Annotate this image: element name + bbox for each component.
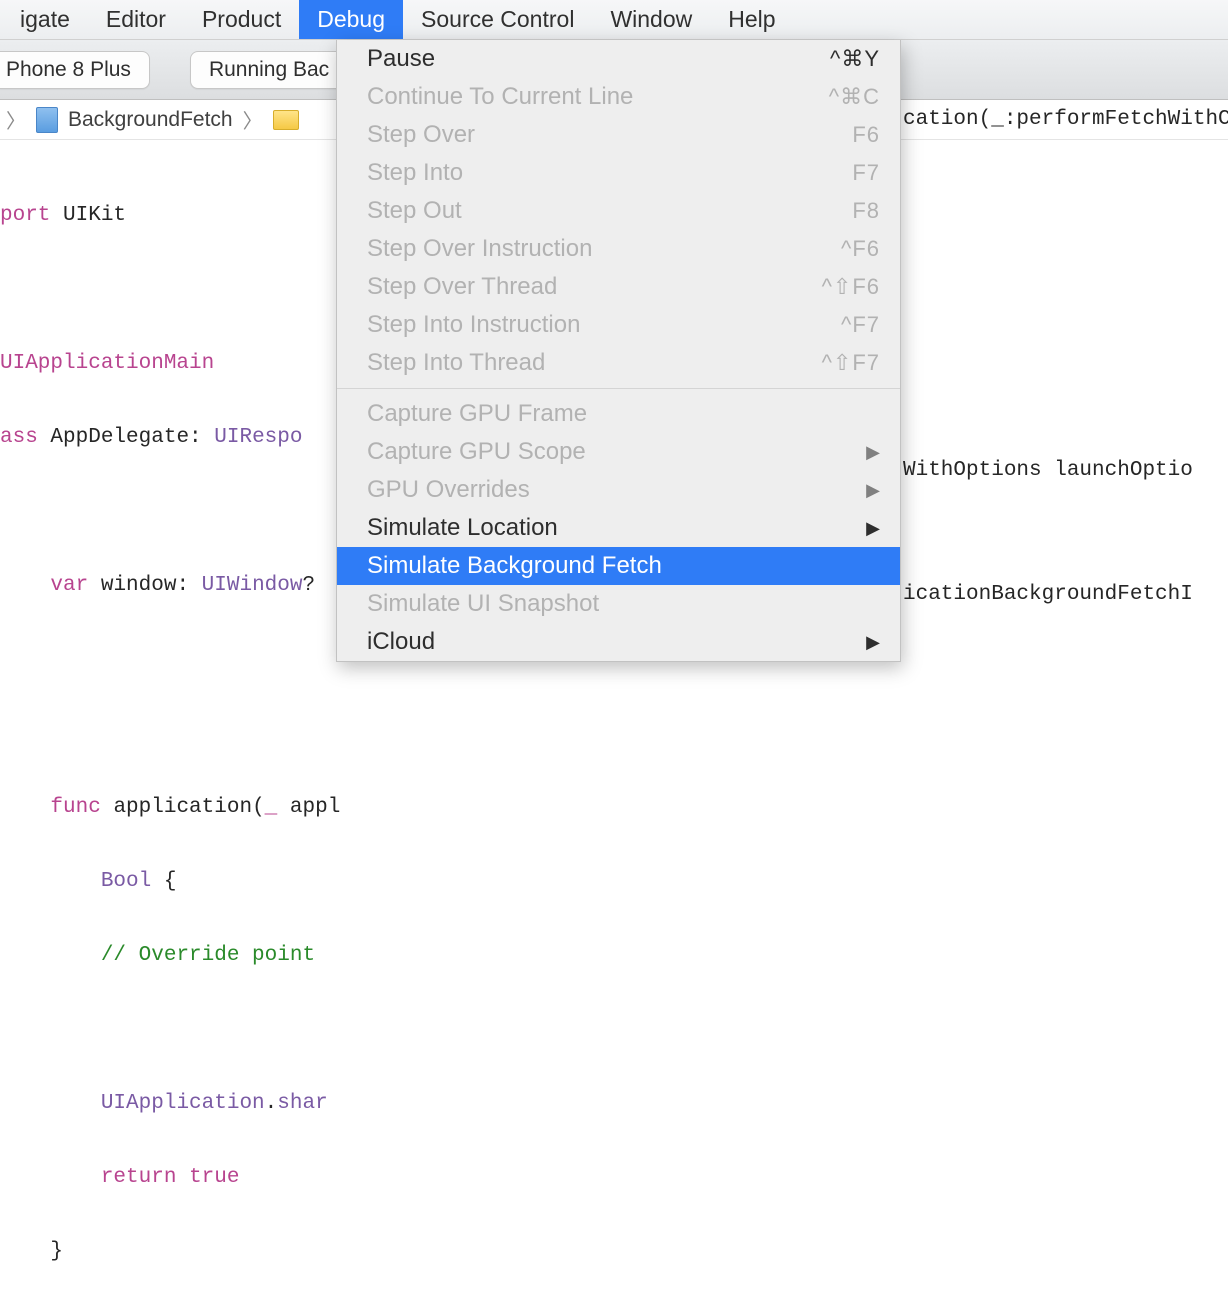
menu-item-label: Step Into: [367, 159, 463, 187]
menu-window[interactable]: Window: [592, 0, 710, 39]
menu-item-label: Simulate Location: [367, 514, 558, 542]
code-token: UIApplicationMain: [0, 352, 214, 375]
submenu-arrow-icon: ▶: [866, 442, 880, 463]
code-token: UIRespo: [214, 426, 302, 449]
code-token: shar: [277, 1092, 327, 1115]
folder-icon: [273, 110, 299, 130]
menu-item-label: Step Into Instruction: [367, 311, 580, 339]
device-selector[interactable]: Phone 8 Plus: [0, 51, 150, 89]
breadcrumb-right-text: cation(_:performFetchWithCom: [903, 108, 1228, 131]
menu-item-label: Step Out: [367, 197, 462, 225]
menu-item-simulate-background-fetch[interactable]: Simulate Background Fetch: [337, 547, 900, 585]
menu-item-step-over-instruction: Step Over Instruction ^F6: [337, 230, 900, 268]
code-token: Bool: [101, 870, 151, 893]
submenu-arrow-icon: ▶: [866, 480, 880, 501]
code-token: [0, 796, 50, 819]
menu-item-simulate-location[interactable]: Simulate Location ▶: [337, 509, 900, 547]
menu-item-label: Step Over: [367, 121, 475, 149]
code-token: UIWindow: [202, 574, 303, 597]
menu-shortcut: F7: [852, 160, 880, 186]
menubar: igateEditorProductDebugSource ControlWin…: [0, 0, 1228, 40]
code-token: func: [50, 796, 100, 819]
code-token: window:: [88, 574, 201, 597]
submenu-arrow-icon: ▶: [866, 518, 880, 539]
menu-product[interactable]: Product: [184, 0, 299, 39]
breadcrumb-project[interactable]: BackgroundFetch: [68, 108, 233, 132]
menu-shortcut: ^⌘C: [829, 84, 880, 110]
menu-shortcut: F6: [852, 122, 880, 148]
menu-item-label: Continue To Current Line: [367, 83, 633, 111]
submenu-arrow-icon: ▶: [866, 632, 880, 653]
code-token: appl: [277, 796, 340, 819]
menu-item-step-out: Step Out F8: [337, 192, 900, 230]
menu-item-label: Step Over Thread: [367, 273, 557, 301]
code-token: port: [0, 204, 63, 227]
menu-item-pause[interactable]: Pause ^⌘Y: [337, 40, 900, 78]
menu-item-continue-to-current-line: Continue To Current Line ^⌘C: [337, 78, 900, 116]
menu-igate[interactable]: igate: [2, 0, 88, 39]
menu-editor[interactable]: Editor: [88, 0, 184, 39]
project-file-icon: [36, 107, 58, 133]
code-token: true: [189, 1166, 239, 1189]
chevron-right-icon: 〉: [243, 105, 263, 134]
code-token: [0, 944, 101, 967]
chevron-right-icon: 〉: [6, 105, 26, 134]
menu-item-gpu-overrides: GPU Overrides ▶: [337, 471, 900, 509]
menu-shortcut: ^F7: [841, 312, 880, 338]
menu-item-label: Step Over Instruction: [367, 235, 592, 263]
menu-separator: [337, 388, 900, 389]
code-token: AppDelegate: [50, 426, 189, 449]
code-token: application(: [101, 796, 265, 819]
code-token: [0, 1092, 101, 1115]
menu-item-capture-gpu-scope: Capture GPU Scope ▶: [337, 433, 900, 471]
code-token: var: [50, 574, 88, 597]
menu-item-label: Capture GPU Frame: [367, 400, 587, 428]
menu-item-step-into: Step Into F7: [337, 154, 900, 192]
code-token: [0, 870, 101, 893]
code-token: :: [189, 426, 214, 449]
code-right-fragment: icationBackgroundFetchI: [903, 583, 1193, 606]
menu-debug[interactable]: Debug: [299, 0, 403, 39]
menu-item-label: GPU Overrides: [367, 476, 530, 504]
code-token: [176, 1166, 189, 1189]
menu-shortcut: F8: [852, 198, 880, 224]
menu-item-step-over-thread: Step Over Thread ^⇧F6: [337, 268, 900, 306]
menu-shortcut: ^⌘Y: [830, 46, 880, 72]
menu-item-label: Simulate Background Fetch: [367, 552, 662, 580]
menu-item-capture-gpu-frame: Capture GPU Frame: [337, 395, 900, 433]
code-token: [0, 574, 50, 597]
menu-item-icloud[interactable]: iCloud ▶: [337, 623, 900, 661]
menu-item-label: Capture GPU Scope: [367, 438, 586, 466]
code-token: {: [151, 870, 176, 893]
code-comment: // Override point: [101, 944, 328, 967]
menu-item-step-into-thread: Step Into Thread ^⇧F7: [337, 344, 900, 382]
code-token: _: [265, 796, 278, 819]
code-token: ?: [302, 574, 315, 597]
debug-menu-dropdown: Pause ^⌘Y Continue To Current Line ^⌘C Step …: [336, 40, 901, 662]
menu-shortcut: ^F6: [841, 236, 880, 262]
code-token: ass: [0, 426, 50, 449]
menu-item-step-over: Step Over F6: [337, 116, 900, 154]
code-token: UIKit: [63, 204, 126, 227]
code-token: }: [0, 1240, 63, 1263]
code-token: [0, 1166, 101, 1189]
status-pill[interactable]: Running Bac: [190, 51, 348, 89]
menu-item-step-into-instruction: Step Into Instruction ^F7: [337, 306, 900, 344]
menu-shortcut: ^⇧F6: [822, 274, 880, 300]
menu-shortcut: ^⇧F7: [822, 350, 880, 376]
menu-item-label: Step Into Thread: [367, 349, 545, 377]
menu-source-control[interactable]: Source Control: [403, 0, 592, 39]
code-token: return: [101, 1166, 177, 1189]
menu-item-simulate-ui-snapshot: Simulate UI Snapshot: [337, 585, 900, 623]
menu-help[interactable]: Help: [710, 0, 793, 39]
code-token: UIApplication: [101, 1092, 265, 1115]
menu-item-label: Simulate UI Snapshot: [367, 590, 599, 618]
menu-item-label: Pause: [367, 45, 435, 73]
menu-item-label: iCloud: [367, 628, 435, 656]
code-token: .: [265, 1092, 278, 1115]
code-right-fragment: WithOptions launchOptio: [903, 459, 1193, 482]
